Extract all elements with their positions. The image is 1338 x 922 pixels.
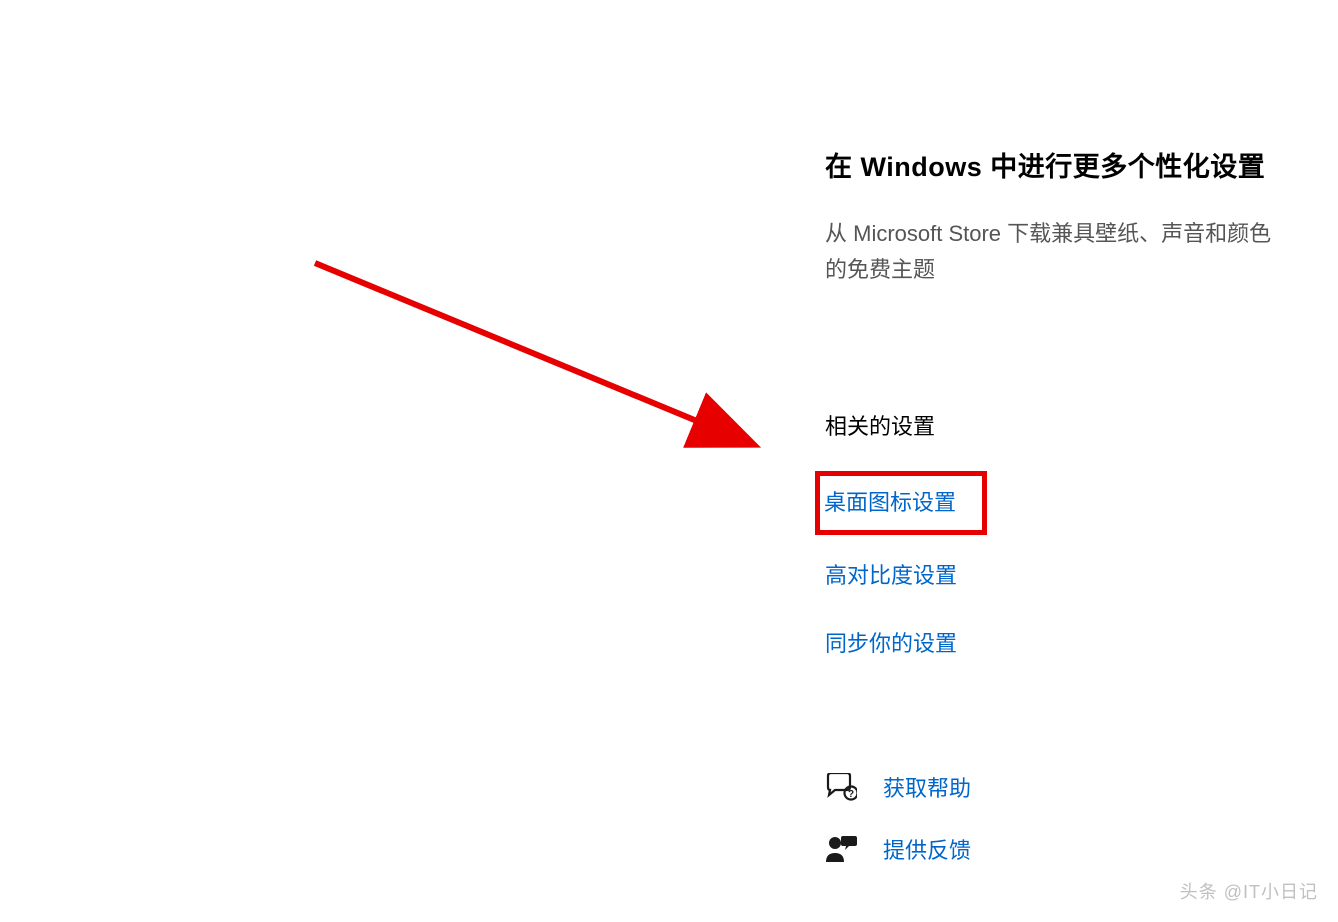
settings-right-panel: 在 Windows 中进行更多个性化设置 从 Microsoft Store 下… xyxy=(825,145,1285,895)
annotation-arrow xyxy=(310,258,770,458)
sync-settings-link[interactable]: 同步你的设置 xyxy=(825,633,957,655)
help-icon: ? xyxy=(825,771,865,803)
support-section: ? 获取帮助 提供反馈 xyxy=(825,771,1285,865)
personalization-description: 从 Microsoft Store 下载兼具壁纸、声音和颜色的免费主题 xyxy=(825,216,1285,289)
svg-text:?: ? xyxy=(848,789,854,800)
feedback-icon xyxy=(825,833,865,865)
annotation-highlight-box: 桌面图标设置 xyxy=(815,471,987,535)
related-settings-heading: 相关的设置 xyxy=(825,409,1285,441)
get-help-link[interactable]: 获取帮助 xyxy=(883,771,971,803)
give-feedback-link[interactable]: 提供反馈 xyxy=(883,833,971,865)
watermark-text: 头条 @IT小日记 xyxy=(1180,878,1318,904)
personalization-heading: 在 Windows 中进行更多个性化设置 xyxy=(825,145,1285,184)
desktop-icon-settings-link[interactable]: 桌面图标设置 xyxy=(824,492,956,514)
high-contrast-settings-link[interactable]: 高对比度设置 xyxy=(825,565,957,587)
